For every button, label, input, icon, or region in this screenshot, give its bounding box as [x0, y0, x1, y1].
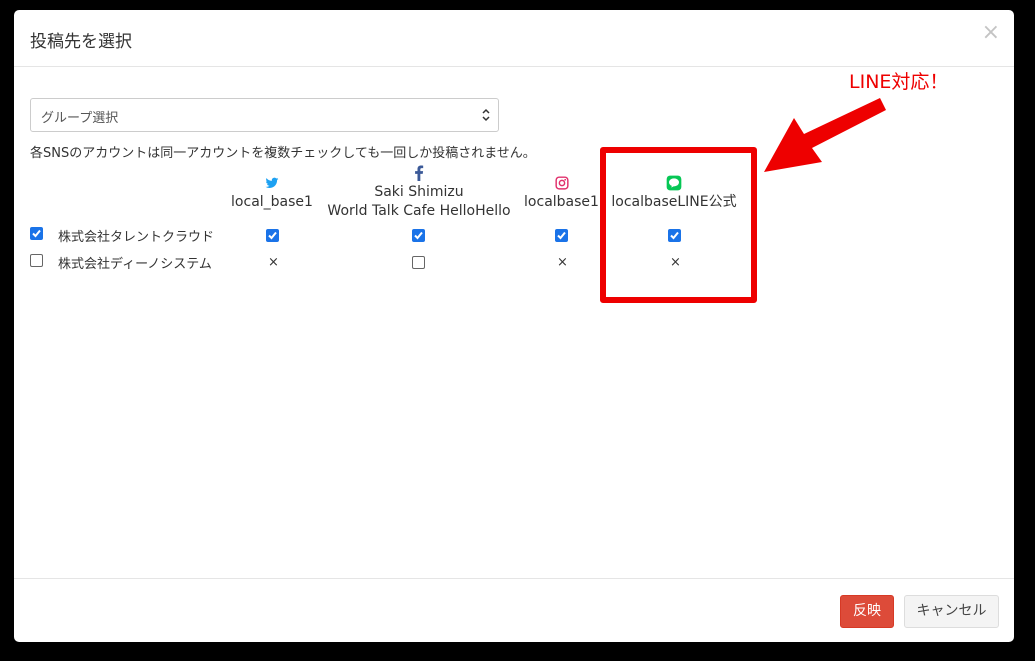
group-select-value: グループ選択 [41, 111, 119, 126]
twitter-icon [265, 177, 279, 189]
account-checkbox-instagram[interactable] [555, 229, 568, 242]
group-select[interactable]: グループ選択 [30, 98, 499, 132]
unavailable-mark-twitter: × [268, 255, 279, 270]
modal-footer: 反映 キャンセル [14, 578, 1014, 642]
modal-title: 投稿先を選択 [30, 32, 132, 52]
account-checkbox-facebook[interactable] [412, 229, 425, 242]
close-icon[interactable]: × [982, 22, 1000, 44]
column-header-facebook: Saki Shimizu World Talk Cafe HelloHello [319, 165, 519, 221]
cancel-button[interactable]: キャンセル [904, 595, 999, 628]
column-header-twitter: local_base1 [224, 175, 320, 212]
column-label-facebook-page: World Talk Cafe HelloHello [327, 203, 511, 219]
column-label-instagram: localbase1 [524, 194, 599, 210]
annotation-text: LINE対応！ [849, 71, 949, 93]
row-select-checkbox[interactable] [30, 254, 43, 267]
instagram-icon [554, 176, 569, 190]
line-column-highlight [600, 147, 757, 303]
unavailable-mark-instagram: × [557, 255, 568, 270]
row-select-checkbox[interactable] [30, 227, 43, 240]
row-label: 株式会社タレントクラウド [58, 230, 215, 245]
select-arrows-icon [482, 108, 490, 122]
facebook-icon [415, 165, 424, 181]
column-label-twitter: local_base1 [231, 194, 313, 210]
annotation-arrow-icon [764, 98, 886, 172]
account-checkbox-twitter[interactable] [266, 229, 279, 242]
column-label-facebook-name: Saki Shimizu [374, 184, 464, 200]
row-label: 株式会社ディーノシステム [58, 257, 212, 272]
column-header-instagram: localbase1 [519, 175, 604, 212]
modal-header: 投稿先を選択 × [14, 10, 1014, 67]
notice-text: 各SNSのアカウントは同一アカウントを複数チェックしても一回しか投稿されません。 [30, 146, 536, 161]
apply-button[interactable]: 反映 [840, 595, 894, 628]
account-checkbox-facebook[interactable] [412, 256, 425, 269]
